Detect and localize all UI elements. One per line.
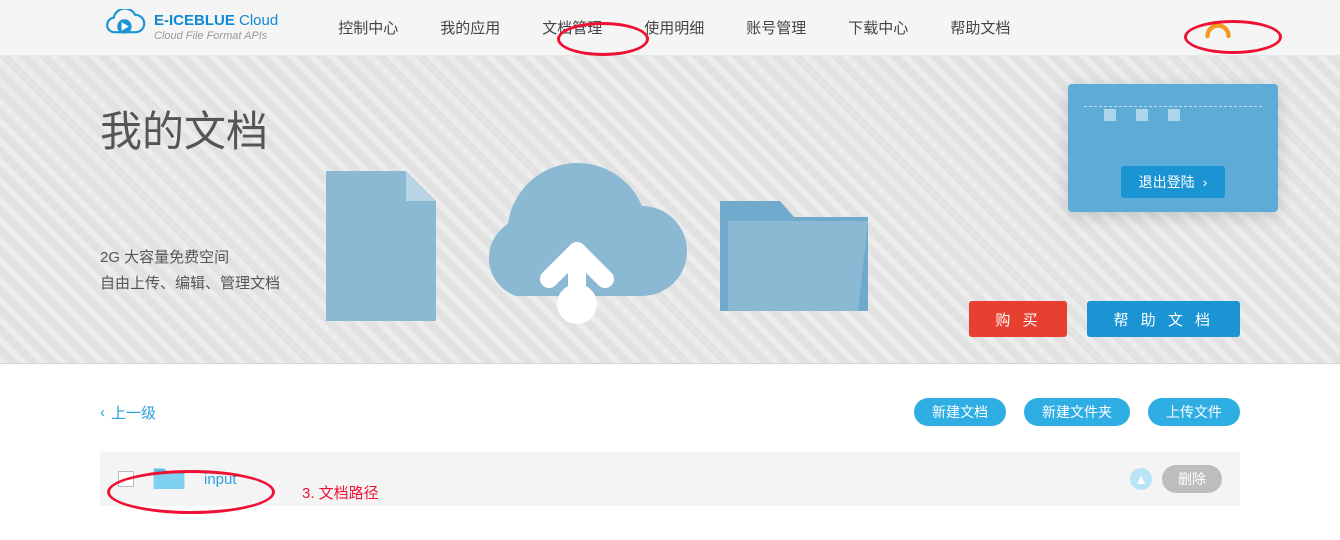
action-pills: 新建文档 新建文件夹 上传文件: [914, 398, 1240, 426]
user-popover: 退出登陆 ›: [1068, 84, 1278, 212]
file-icon: [316, 161, 446, 331]
content-area: ‹ 上一级 新建文档 新建文件夹 上传文件 input ▴ 删除: [0, 364, 1340, 540]
file-name-link[interactable]: input: [204, 471, 237, 488]
chevron-right-icon: ›: [1203, 174, 1208, 190]
hero-illustration: [316, 156, 878, 336]
new-folder-button[interactable]: 新建文件夹: [1024, 398, 1130, 426]
triangle-up-icon: ▴: [1137, 469, 1145, 489]
buy-button[interactable]: 购 买: [969, 301, 1067, 337]
cloud-upload-icon: [462, 156, 692, 336]
files-toolbar: ‹ 上一级 新建文档 新建文件夹 上传文件: [100, 398, 1240, 426]
chevron-left-icon: ‹: [100, 404, 105, 421]
help-docs-button[interactable]: 帮 助 文 档: [1087, 301, 1240, 337]
nav-control-center[interactable]: 控制中心: [334, 15, 402, 40]
brand-cloud-icon: [100, 9, 146, 46]
nav-account[interactable]: 账号管理: [742, 15, 810, 40]
primary-nav: 控制中心 我的应用 文档管理 使用明细 账号管理 下载中心 帮助文档: [334, 15, 1014, 40]
delete-button[interactable]: 删除: [1162, 465, 1222, 493]
folder-icon: [152, 463, 186, 496]
nav-my-apps[interactable]: 我的应用: [436, 15, 504, 40]
upload-button[interactable]: 上传文件: [1148, 398, 1240, 426]
row-checkbox[interactable]: [118, 471, 134, 487]
nav-usage[interactable]: 使用明细: [640, 15, 708, 40]
nav-doc-manage[interactable]: 文档管理: [538, 15, 606, 40]
brand-name-suffix: Cloud: [239, 12, 278, 29]
back-link-label: 上一级: [111, 402, 156, 423]
hero-cta-group: 购 买 帮 助 文 档: [969, 301, 1240, 337]
brand-logo[interactable]: E-ICEBLUE Cloud Cloud File Format APIs: [100, 9, 278, 46]
row-expand-icon[interactable]: ▴: [1130, 468, 1152, 490]
logout-label: 退出登陆: [1139, 172, 1195, 192]
file-row: input ▴ 删除: [100, 452, 1240, 506]
brand-tagline: Cloud File Format APIs: [154, 30, 278, 42]
top-nav-bar: E-ICEBLUE Cloud Cloud File Format APIs 控…: [0, 0, 1340, 56]
nav-download[interactable]: 下载中心: [844, 15, 912, 40]
user-avatar-icon[interactable]: [1204, 11, 1232, 44]
folder-icon: [708, 171, 878, 321]
brand-name-prefix: E-ICEBLUE: [154, 12, 235, 29]
popover-graphic: [1084, 106, 1262, 122]
new-doc-button[interactable]: 新建文档: [914, 398, 1006, 426]
back-link[interactable]: ‹ 上一级: [100, 402, 156, 423]
logout-button[interactable]: 退出登陆 ›: [1121, 166, 1226, 198]
nav-help-docs[interactable]: 帮助文档: [946, 15, 1014, 40]
